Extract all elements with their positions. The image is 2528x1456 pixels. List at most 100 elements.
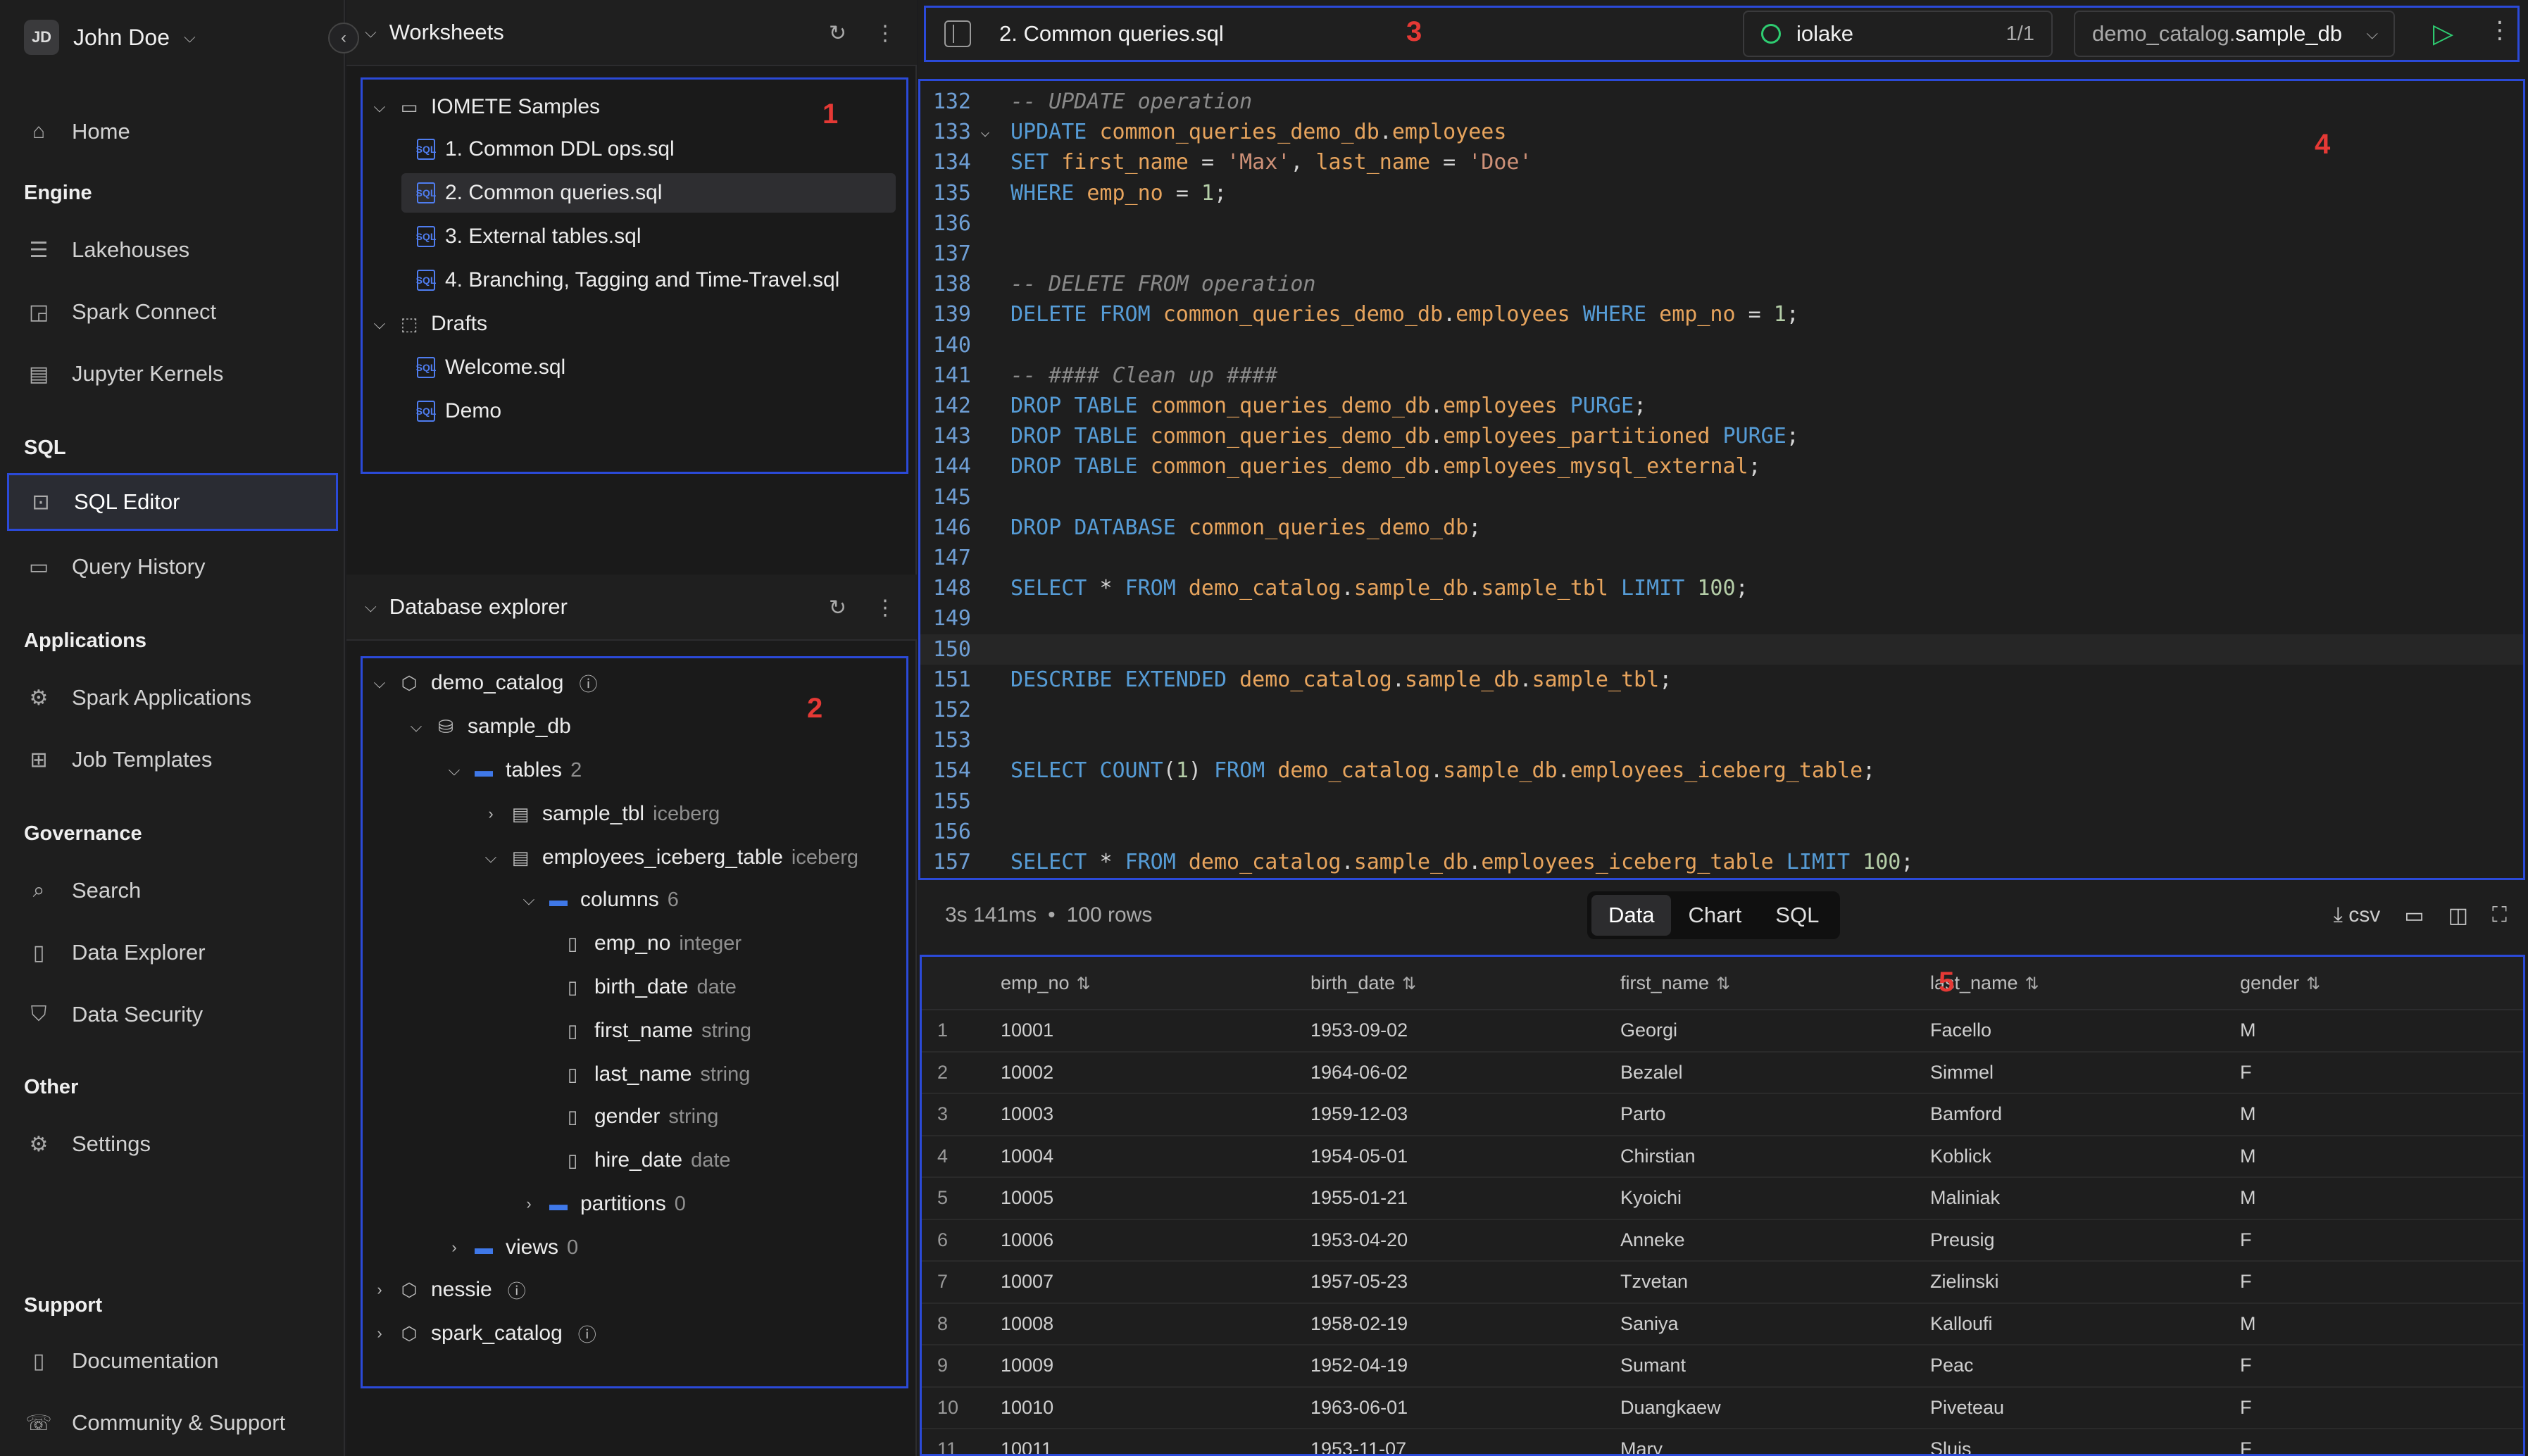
run-query-button[interactable]: ▷ bbox=[2433, 18, 2453, 49]
worksheet-file[interactable]: SQL 4. Branching, Tagging and Time-Trave… bbox=[410, 261, 840, 300]
code-line[interactable]: 137 bbox=[920, 239, 2523, 269]
table-row[interactable]: 3 10003 1959-12-03 Parto Bamford M bbox=[922, 1094, 2523, 1136]
code-line[interactable]: 154 SELECT COUNT(1) FROM demo_catalog.sam… bbox=[920, 755, 2523, 786]
nav-item-sql-editor[interactable]: ⊡ SQL Editor bbox=[7, 473, 338, 531]
code-line[interactable]: 133 ⌵ UPDATE common_queries_demo_db.employ… bbox=[920, 117, 2523, 147]
download-csv-button[interactable]: ⤓ csv bbox=[2334, 903, 2381, 927]
code-line[interactable]: 139 DELETE FROM common_queries_demo_db.em… bbox=[920, 299, 2523, 330]
table-row[interactable]: 7 10007 1957-05-23 Tzvetan Zielinski F bbox=[922, 1262, 2523, 1304]
sort-icon[interactable]: ⇅ bbox=[2025, 974, 2039, 993]
code-line[interactable]: 138 -- DELETE FROM operation bbox=[920, 269, 2523, 299]
collapse-sidebar-button[interactable]: ‹ bbox=[328, 23, 359, 54]
code-line[interactable]: 146 DROP DATABASE common_queries_demo_db; bbox=[920, 513, 2523, 543]
info-icon[interactable]: ⓘ bbox=[505, 1278, 529, 1302]
sort-icon[interactable]: ⇅ bbox=[2306, 974, 2320, 993]
worksheet-file[interactable]: SQL Welcome.sql bbox=[410, 348, 566, 387]
nav-item-search[interactable]: ⌕ Search bbox=[7, 862, 338, 920]
info-icon[interactable]: ⓘ bbox=[575, 1322, 599, 1345]
table-row[interactable]: 5 10005 1955-01-21 Kyoichi Maliniak M bbox=[922, 1178, 2523, 1220]
column-header[interactable]: first_name ⇅ bbox=[1620, 972, 1930, 994]
nav-item-documentation[interactable]: ▯ Documentation bbox=[7, 1332, 338, 1390]
user-menu[interactable]: JD John Doe ⌵ bbox=[24, 20, 196, 55]
code-line[interactable]: 153 bbox=[920, 725, 2523, 755]
column-header[interactable]: emp_no ⇅ bbox=[1001, 972, 1310, 994]
table-row[interactable]: 6 10006 1953-04-20 Anneke Preusig F bbox=[922, 1220, 2523, 1262]
worksheet-file[interactable]: SQL Demo bbox=[410, 391, 501, 431]
column-header[interactable]: birth_date ⇅ bbox=[1310, 972, 1620, 994]
code-line[interactable]: 156 bbox=[920, 817, 2523, 847]
table-row[interactable]: 11 10011 1953-11-07 Mary Sluis F bbox=[922, 1429, 2523, 1454]
code-line[interactable]: 132 -- UPDATE operation bbox=[920, 87, 2523, 117]
column-item[interactable]: ▯ hire_date date bbox=[553, 1141, 731, 1180]
folder-drafts[interactable]: ⌵ ⬚ Drafts bbox=[369, 304, 487, 344]
catalog-nessie[interactable]: › ⬡ nessie ⓘ bbox=[369, 1270, 539, 1310]
column-item[interactable]: ▯ birth_date date bbox=[553, 967, 737, 1007]
chevron-down-icon[interactable]: ⌵ bbox=[365, 23, 377, 42]
nav-item-spark-connect[interactable]: ◲ Spark Connect bbox=[7, 283, 338, 341]
tab-chart[interactable]: Chart bbox=[1671, 895, 1758, 936]
columns-group[interactable]: ⌵ ▬ columns 6 bbox=[518, 880, 679, 920]
worksheet-file-selected[interactable]: SQL 2. Common queries.sql bbox=[401, 173, 896, 213]
nav-item-data-security[interactable]: ⛉ Data Security bbox=[7, 986, 338, 1043]
nav-item-data-explorer[interactable]: ▯ Data Explorer bbox=[7, 924, 338, 981]
worksheet-file[interactable]: SQL 3. External tables.sql bbox=[410, 217, 642, 256]
refresh-icon[interactable]: ↻ bbox=[829, 21, 846, 46]
refresh-icon[interactable]: ↻ bbox=[829, 596, 846, 620]
layout-right-icon[interactable]: ◫ bbox=[2448, 903, 2468, 928]
code-line[interactable]: 144 DROP TABLE common_queries_demo_db.emp… bbox=[920, 451, 2523, 482]
nav-item-spark-applications[interactable]: ⚙ Spark Applications bbox=[7, 669, 338, 727]
column-item[interactable]: ▯ emp_no integer bbox=[553, 924, 741, 963]
code-line[interactable]: 157 SELECT * FROM demo_catalog.sample_db.… bbox=[920, 847, 2523, 877]
partitions-group[interactable]: › ▬ partitions 0 bbox=[518, 1184, 686, 1224]
column-header[interactable]: last_name ⇅ bbox=[1930, 972, 2240, 994]
table-row[interactable]: 4 10004 1954-05-01 Chirstian Koblick M bbox=[922, 1136, 2523, 1178]
chevron-down-icon[interactable]: ⌵ bbox=[365, 598, 377, 616]
table-employees-iceberg[interactable]: ⌵ ▤ employees_iceberg_table iceberg bbox=[480, 838, 858, 877]
more-icon[interactable]: ⋮ bbox=[2488, 16, 2512, 44]
sidebar-toggle-icon[interactable] bbox=[944, 20, 971, 47]
code-line[interactable]: 150 bbox=[920, 634, 2523, 665]
more-icon[interactable]: ⋮ bbox=[875, 21, 896, 46]
info-icon[interactable]: ⓘ bbox=[576, 671, 600, 695]
code-line[interactable]: 134 SET first_name = 'Max', last_name = '… bbox=[920, 147, 2523, 177]
more-icon[interactable]: ⋮ bbox=[875, 596, 896, 620]
code-line[interactable]: 149 bbox=[920, 603, 2523, 634]
nav-item-community[interactable]: ☏ Community & Support bbox=[7, 1394, 338, 1452]
column-item[interactable]: ▯ gender string bbox=[553, 1097, 719, 1136]
code-line[interactable]: 147 bbox=[920, 543, 2523, 573]
tab-sql[interactable]: SQL bbox=[1758, 895, 1836, 936]
code-line[interactable]: 141 -- #### Clean up #### bbox=[920, 360, 2523, 391]
nav-item-settings[interactable]: ⚙ Settings bbox=[7, 1115, 338, 1173]
sort-icon[interactable]: ⇅ bbox=[1716, 974, 1730, 993]
nav-item-home[interactable]: ⌂ Home bbox=[7, 103, 338, 161]
catalog-spark-catalog[interactable]: › ⬡ spark_catalog ⓘ bbox=[369, 1314, 609, 1353]
sort-icon[interactable]: ⇅ bbox=[1077, 974, 1091, 993]
nav-item-lakehouses[interactable]: ☰ Lakehouses bbox=[7, 221, 338, 279]
code-line[interactable]: 145 bbox=[920, 482, 2523, 513]
nav-item-jupyter-kernels[interactable]: ▤ Jupyter Kernels bbox=[7, 345, 338, 403]
code-line[interactable]: 155 bbox=[920, 786, 2523, 817]
code-line[interactable]: 140 bbox=[920, 330, 2523, 360]
worksheet-file[interactable]: SQL 1. Common DDL ops.sql bbox=[410, 130, 675, 169]
nav-item-query-history[interactable]: ▭ Query History bbox=[7, 538, 338, 596]
table-row[interactable]: 9 10009 1952-04-19 Sumant Peac F bbox=[922, 1345, 2523, 1388]
views-group[interactable]: › ▬ views 0 bbox=[444, 1228, 578, 1267]
column-header[interactable]: gender ⇅ bbox=[2240, 972, 2522, 994]
code-line[interactable]: 142 DROP TABLE common_queries_demo_db.emp… bbox=[920, 391, 2523, 421]
column-item[interactable]: ▯ last_name string bbox=[553, 1055, 751, 1094]
code-line[interactable]: 143 DROP TABLE common_queries_demo_db.emp… bbox=[920, 421, 2523, 451]
tables-group[interactable]: ⌵ ▬ tables 2 bbox=[444, 751, 582, 790]
table-row[interactable]: 2 10002 1964-06-02 Bezalel Simmel F bbox=[922, 1053, 2523, 1094]
table-row[interactable]: 10 10010 1963-06-01 Duangkaew Piveteau F bbox=[922, 1388, 2523, 1429]
catalog-db-select[interactable]: demo_catalog. sample_db ⌵ bbox=[2074, 11, 2395, 57]
schema-sample-db[interactable]: ⌵ ⛁ sample_db bbox=[406, 707, 571, 746]
code-line[interactable]: 135 WHERE emp_no = 1; bbox=[920, 178, 2523, 208]
layout-bottom-icon[interactable]: ▭ bbox=[2404, 903, 2424, 928]
code-line[interactable]: 151 DESCRIBE EXTENDED demo_catalog.sample… bbox=[920, 665, 2523, 695]
code-line[interactable]: 148 SELECT * FROM demo_catalog.sample_db.… bbox=[920, 573, 2523, 603]
column-item[interactable]: ▯ first_name string bbox=[553, 1011, 751, 1050]
fullscreen-icon[interactable]: ⛶ bbox=[2492, 903, 2507, 927]
folder-iomete-samples[interactable]: ⌵ ▭ IOMETE Samples bbox=[369, 87, 600, 127]
tab-data[interactable]: Data bbox=[1591, 895, 1672, 936]
code-line[interactable]: 152 bbox=[920, 695, 2523, 725]
